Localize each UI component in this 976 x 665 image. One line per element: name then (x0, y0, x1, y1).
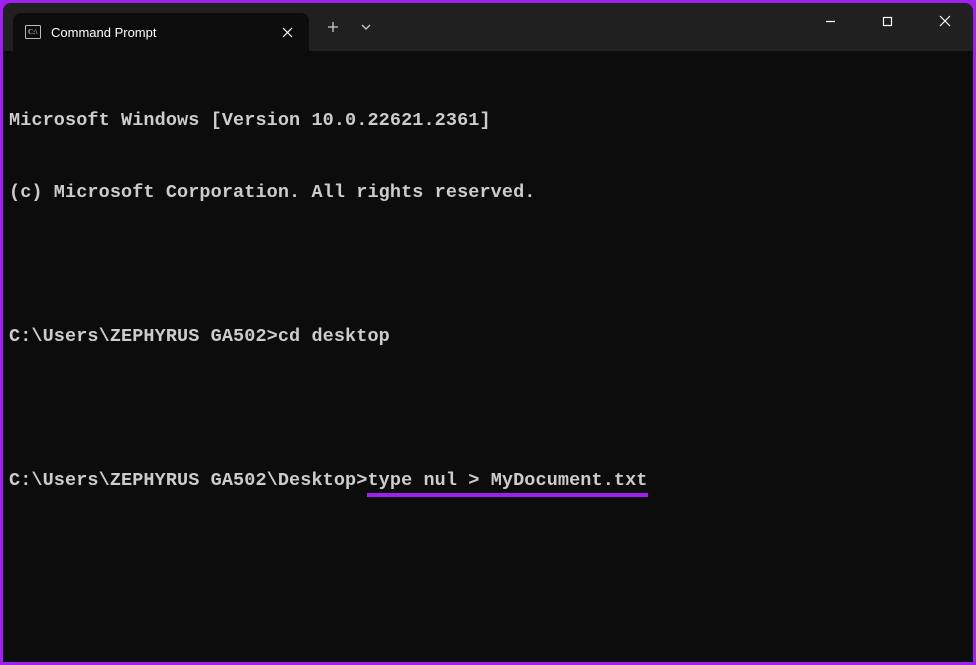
window-controls (802, 3, 973, 51)
chevron-down-icon (360, 21, 372, 33)
close-icon (282, 27, 293, 38)
maximize-icon (882, 16, 893, 27)
tab-dropdown-button[interactable] (351, 11, 381, 43)
cmd-icon: C:\ (25, 24, 41, 40)
titlebar: C:\ Command Prompt (3, 3, 973, 51)
command-text: cd desktop (278, 326, 390, 347)
tab-title: Command Prompt (51, 25, 277, 40)
svg-text:C:\: C:\ (28, 28, 38, 36)
terminal-output[interactable]: Microsoft Windows [Version 10.0.22621.23… (3, 51, 973, 551)
new-tab-button[interactable] (315, 11, 351, 43)
maximize-button[interactable] (859, 3, 916, 39)
close-window-button[interactable] (916, 3, 973, 39)
text-caret (648, 471, 658, 491)
close-icon (939, 15, 951, 27)
history-entry: C:\Users\ZEPHYRUS GA502>cd desktop (9, 325, 967, 349)
plus-icon (327, 21, 339, 33)
blank-line (9, 253, 967, 277)
app-window: C:\ Command Prompt (3, 3, 973, 662)
prompt-text: C:\Users\ZEPHYRUS GA502\Desktop> (9, 470, 367, 491)
minimize-icon (825, 16, 836, 27)
tab-controls (315, 3, 381, 51)
highlighted-command: type nul > MyDocument.txt (367, 469, 647, 497)
tab-close-button[interactable] (277, 22, 297, 42)
blank-line (9, 397, 967, 421)
tab-command-prompt[interactable]: C:\ Command Prompt (13, 13, 309, 51)
prompt-text: C:\Users\ZEPHYRUS GA502> (9, 326, 278, 347)
version-line: Microsoft Windows [Version 10.0.22621.23… (9, 109, 967, 133)
minimize-button[interactable] (802, 3, 859, 39)
copyright-line: (c) Microsoft Corporation. All rights re… (9, 181, 967, 205)
current-entry: C:\Users\ZEPHYRUS GA502\Desktop>type nul… (9, 469, 967, 493)
